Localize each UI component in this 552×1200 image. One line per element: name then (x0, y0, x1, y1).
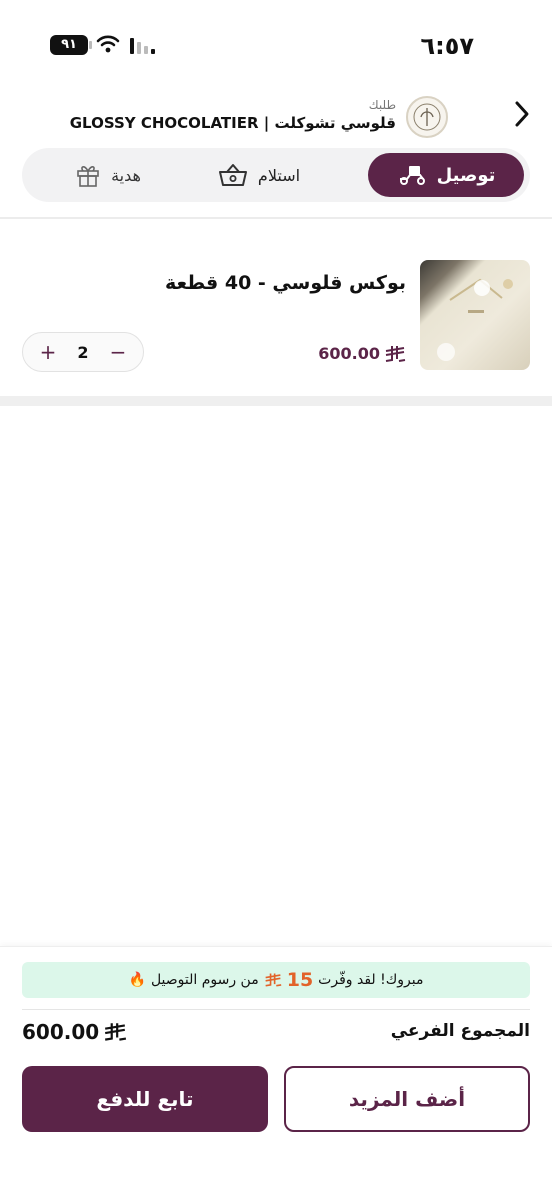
signal-icon (130, 38, 155, 54)
product-name: بوكس قلوسي - 40 قطعة (165, 272, 406, 294)
wifi-icon (96, 35, 120, 53)
tab-gift[interactable]: هدية (48, 153, 168, 197)
cart-item: بوكس قلوسي - 40 قطعة 600.00 + 2 − (0, 260, 552, 372)
store-name: قلوسي تشوكلت | GLOSSY CHOCOLATIER (69, 114, 396, 132)
product-image[interactable] (420, 260, 530, 370)
subtotal-value: 600.00 (22, 1020, 127, 1044)
promo-suffix: من رسوم التوصيل (150, 972, 259, 988)
order-type-tabs: توصيل استلام هدية (22, 148, 530, 202)
promo-amount: 15 (286, 969, 314, 991)
quantity-value: 2 (77, 342, 89, 362)
store-logo-icon[interactable] (406, 96, 448, 138)
header-divider (0, 217, 552, 219)
product-price: 600.00 (318, 344, 406, 363)
status-time: ٦:٥٧ (420, 32, 474, 60)
add-more-button[interactable]: أضف المزيد (284, 1066, 530, 1132)
tab-pickup-label: استلام (257, 165, 301, 185)
promo-prefix: مبروك! لقد وفّرت (318, 972, 424, 988)
checkout-button[interactable]: تابع للدفع (22, 1066, 268, 1132)
tab-gift-label: هدية (111, 165, 141, 185)
battery-icon: ٩١ (50, 35, 92, 55)
increase-quantity-button[interactable]: + (37, 340, 59, 364)
section-divider (0, 396, 552, 406)
delivery-scooter-icon (399, 166, 425, 185)
sar-currency-icon (385, 345, 406, 362)
sar-currency-icon (265, 973, 282, 987)
tab-delivery-label: توصيل (436, 164, 496, 186)
sar-currency-icon (105, 1023, 127, 1041)
subtotal-label: المجموع الفرعي (390, 1021, 530, 1041)
decrease-quantity-button[interactable]: − (107, 340, 129, 364)
gift-icon (77, 166, 99, 187)
promo-banner: مبروك! لقد وفّرت 15 من رسوم التوصيل 🔥 (22, 962, 530, 998)
tab-pickup[interactable]: استلام (194, 153, 324, 197)
product-photo-icon (437, 278, 513, 361)
status-bar: ٩١ ٦:٥٧ (0, 0, 552, 80)
fire-icon: 🔥 (128, 972, 146, 988)
footer-divider (22, 1009, 530, 1010)
order-label: طلبك (368, 98, 396, 112)
checkout-footer: مبروك! لقد وفّرت 15 من رسوم التوصيل 🔥 ال… (0, 946, 552, 1200)
logo-emblem-icon (413, 103, 441, 131)
header: طلبك قلوسي تشوكلت | GLOSSY CHOCOLATIER (0, 90, 552, 140)
quantity-stepper: + 2 − (22, 332, 144, 372)
tab-delivery[interactable]: توصيل (368, 153, 524, 197)
chevron-right-icon[interactable] (514, 100, 530, 128)
product-price-value: 600.00 (318, 344, 380, 363)
subtotal-amount: 600.00 (22, 1020, 100, 1044)
basket-icon (218, 164, 247, 186)
